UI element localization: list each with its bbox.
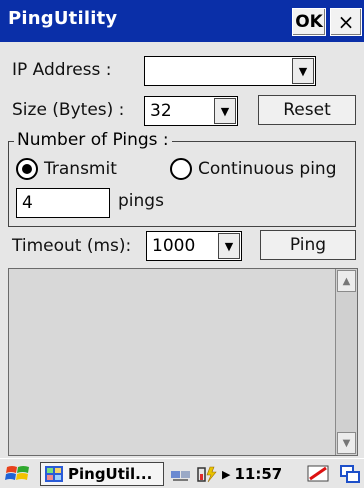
- size-label: Size (Bytes) :: [12, 100, 125, 120]
- system-tray: ▶ 11:57: [170, 462, 300, 486]
- ip-address-label: IP Address :: [12, 60, 112, 80]
- chevron-down-icon[interactable]: ▼: [218, 233, 240, 259]
- size-value: 32: [150, 101, 172, 121]
- ok-button[interactable]: OK: [292, 8, 326, 36]
- pings-count-value: 4: [22, 193, 33, 213]
- clock[interactable]: 11:57: [234, 465, 282, 483]
- taskbar-app-label: PingUtil...: [68, 465, 153, 483]
- scroll-up-icon[interactable]: ▲: [337, 270, 356, 292]
- chevron-down-icon[interactable]: ▼: [214, 98, 236, 124]
- size-combo[interactable]: 32 ▼: [144, 96, 238, 126]
- tray-arrow-icon[interactable]: ▶: [222, 468, 230, 481]
- app-icon: [45, 466, 63, 482]
- pings-count-input[interactable]: 4: [16, 188, 110, 218]
- window-switch-icon[interactable]: [338, 462, 362, 486]
- keyboard-input-icon[interactable]: [304, 462, 332, 486]
- app-title: PingUtility: [8, 8, 118, 29]
- timeout-combo[interactable]: 1000 ▼: [146, 231, 242, 261]
- continuous-ping-label: Continuous ping: [198, 159, 337, 179]
- timeout-label: Timeout (ms):: [12, 236, 132, 256]
- chevron-down-icon[interactable]: ▼: [292, 58, 314, 84]
- close-button[interactable]: ×: [330, 8, 362, 36]
- continuous-ping-radio[interactable]: [170, 158, 192, 180]
- taskbar-app-button[interactable]: PingUtil...: [40, 462, 164, 486]
- windows-start-icon[interactable]: [4, 463, 32, 485]
- network-icon[interactable]: [170, 465, 192, 483]
- number-of-pings-label: Number of Pings :: [14, 130, 172, 150]
- pings-unit-label: pings: [118, 191, 164, 211]
- transmit-label: Transmit: [44, 159, 117, 179]
- timeout-value: 1000: [152, 236, 196, 256]
- radio-selected-dot: [22, 164, 32, 174]
- ping-button[interactable]: Ping: [260, 230, 356, 260]
- reset-button[interactable]: Reset: [258, 95, 356, 125]
- ping-output-area[interactable]: ▲ ▼: [8, 268, 358, 456]
- vertical-scrollbar[interactable]: ▲ ▼: [335, 269, 357, 455]
- taskbar: PingUtil... ▶ 11:57: [0, 458, 364, 488]
- battery-power-icon[interactable]: [196, 465, 218, 483]
- title-bar: PingUtility OK ×: [0, 0, 364, 42]
- transmit-radio[interactable]: [16, 158, 38, 180]
- scroll-down-icon[interactable]: ▼: [337, 432, 356, 454]
- ip-address-combo[interactable]: ▼: [144, 56, 316, 86]
